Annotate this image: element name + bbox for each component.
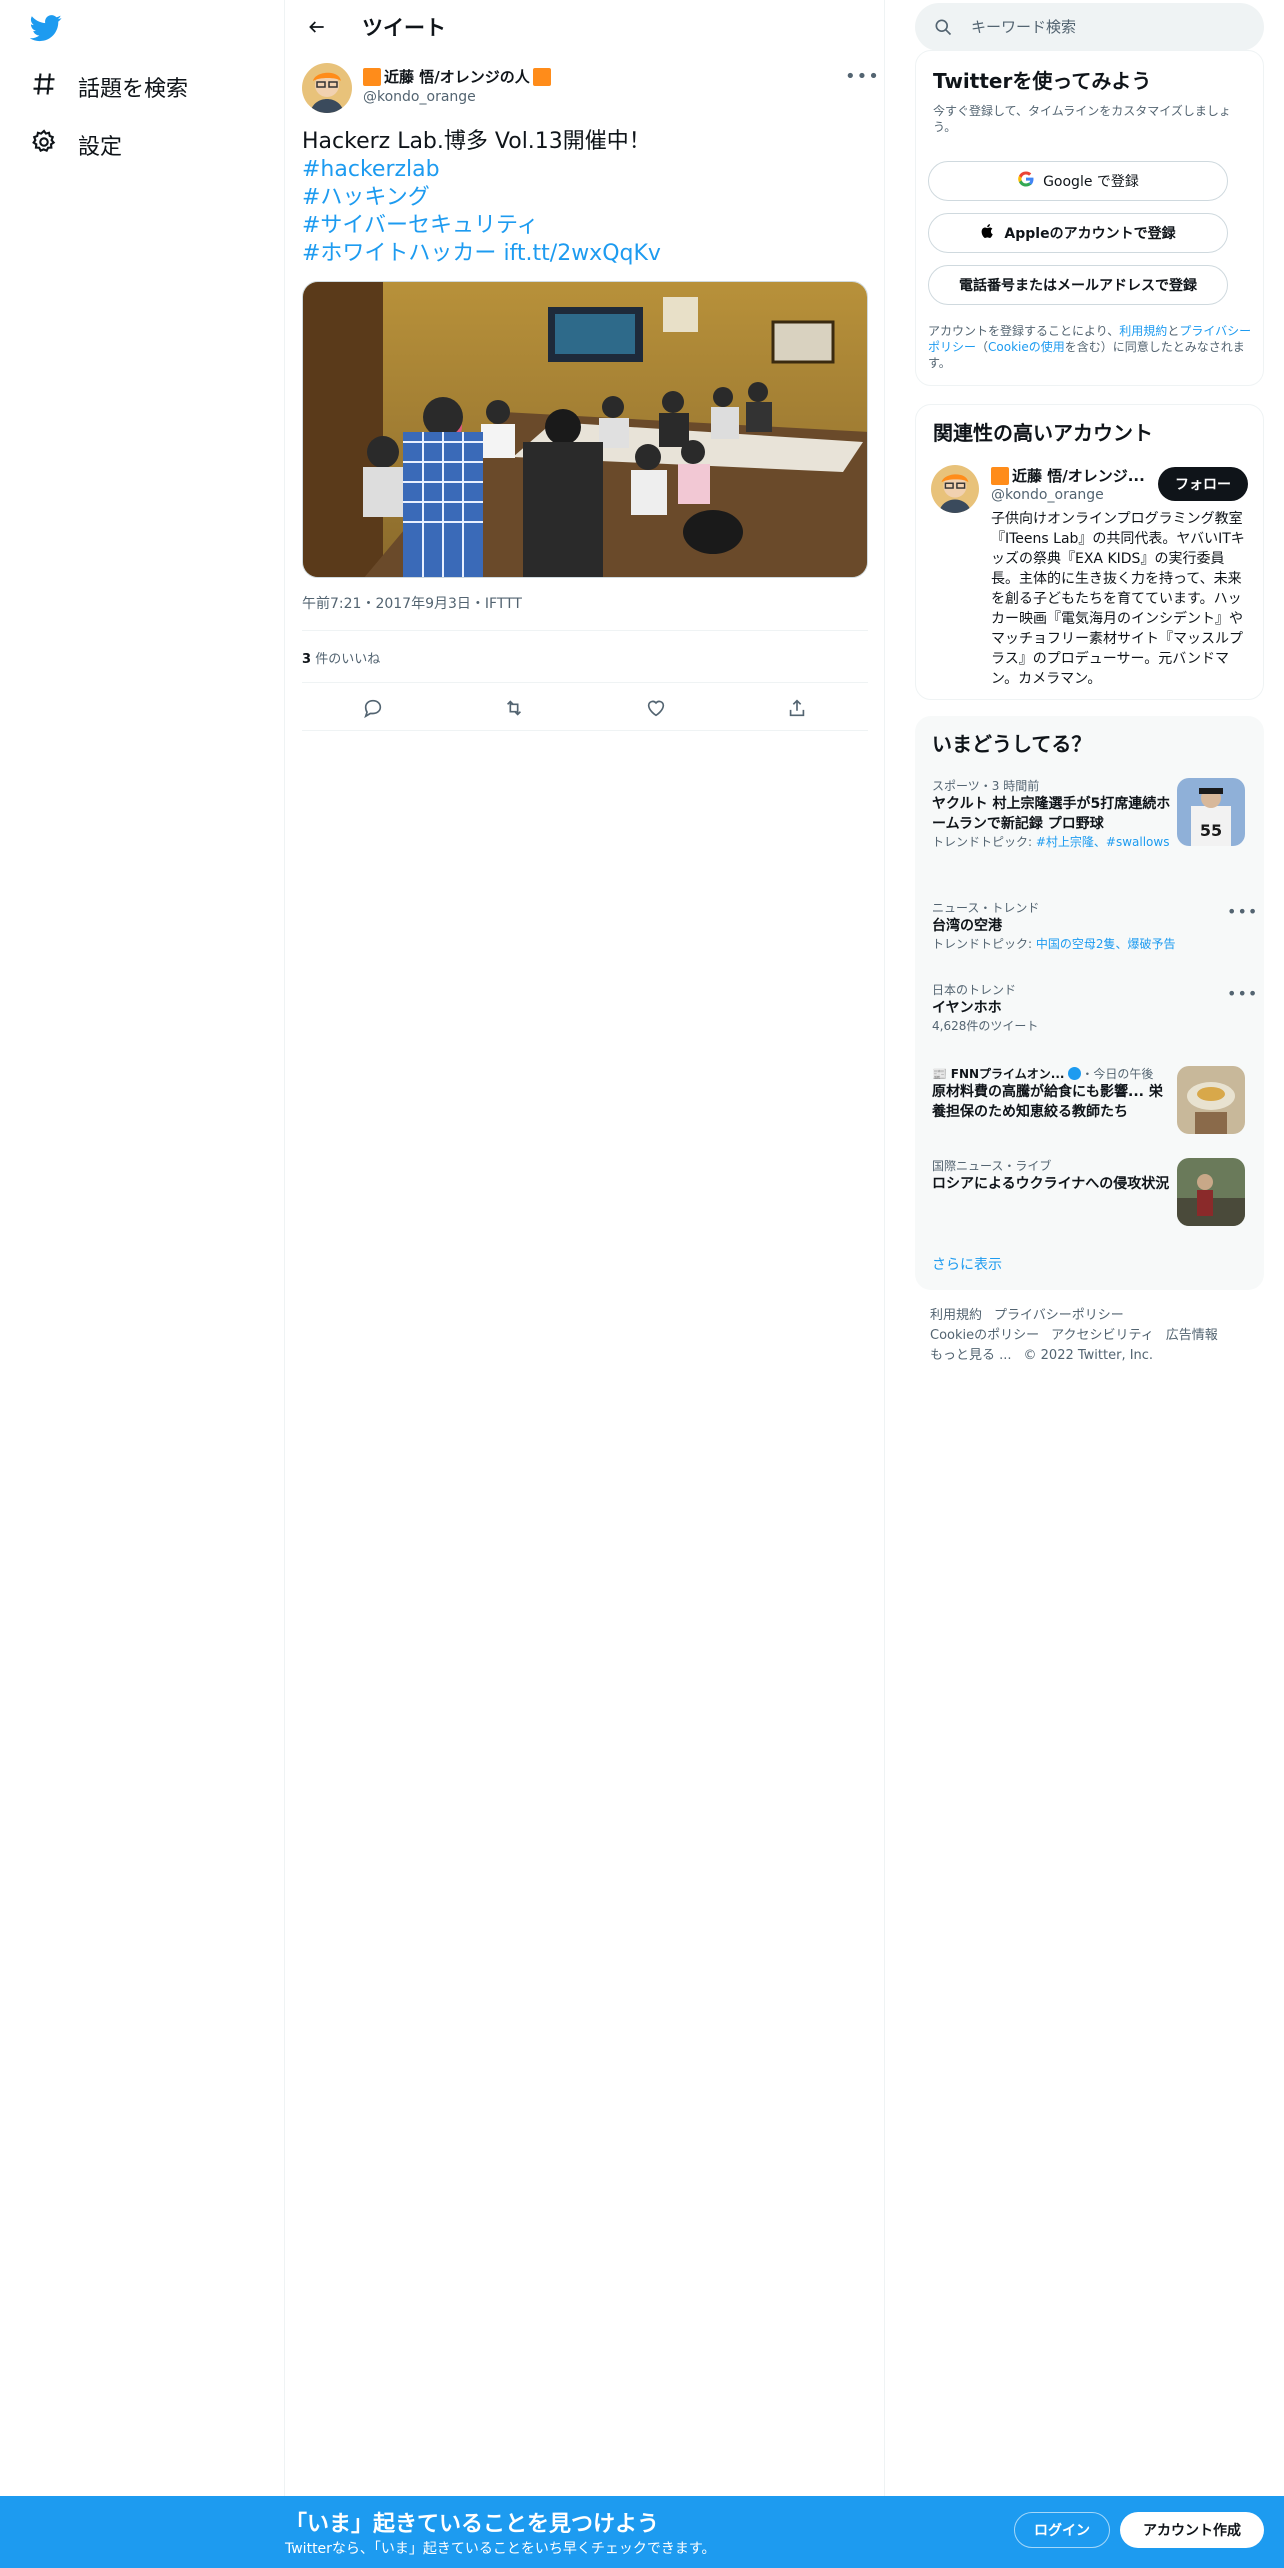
trend-topic-link[interactable]: #村上宗隆、#swallows bbox=[1036, 835, 1170, 849]
footer-link[interactable]: もっと見る ... bbox=[930, 1348, 1012, 1363]
orange-square-emoji bbox=[532, 67, 551, 86]
tweet-photo[interactable] bbox=[302, 281, 868, 578]
retweet-icon[interactable] bbox=[503, 697, 525, 719]
footer-link[interactable]: 広告情報 bbox=[1166, 1328, 1218, 1343]
nav-item-settings[interactable]: 設定 bbox=[30, 120, 122, 170]
gear-icon bbox=[30, 128, 58, 162]
like-icon[interactable] bbox=[645, 697, 667, 719]
divider bbox=[302, 730, 868, 731]
tweet-timestamp[interactable]: 午前7:21・2017年9月3日・IFTTT bbox=[302, 593, 522, 613]
reply-icon[interactable] bbox=[362, 697, 384, 719]
trend-item[interactable]: スポーツ・3 時間前 ヤクルト 村上宗隆選手が5打席連続ホームランで新記録 プロ… bbox=[932, 778, 1172, 850]
login-button[interactable]: ログイン bbox=[1014, 2512, 1110, 2548]
share-icon[interactable] bbox=[786, 697, 808, 719]
left-nav: 話題を検索 設定 bbox=[0, 0, 285, 2500]
related-account-handle[interactable]: @kondo_orange bbox=[991, 487, 1104, 503]
search-icon bbox=[933, 17, 953, 37]
author-handle[interactable]: @kondo_orange bbox=[363, 89, 476, 105]
show-more-link[interactable]: さらに表示 bbox=[932, 1254, 1002, 1274]
main-column: ツイート 近藤 悟/オレンジの人 @kondo_orange ••• Hacke… bbox=[285, 0, 885, 2500]
trend-item[interactable]: ニュース・トレンド 台湾の空港 トレンドトピック: 中国の空母2隻、爆破予告 bbox=[932, 900, 1252, 952]
signup-card: Twitterを使ってみよう 今すぐ登録して、タイムラインをカスタマイズしましょ… bbox=[915, 50, 1264, 386]
related-accounts-card: 関連性の高いアカウント 近藤 悟/オレンジ... @kondo_orange フ… bbox=[915, 404, 1264, 700]
back-arrow-icon[interactable] bbox=[300, 10, 334, 44]
signup-legal-text: アカウントを登録することにより、利用規約とプライバシーポリシー（Cookieの使… bbox=[928, 324, 1252, 370]
twitter-logo-icon[interactable] bbox=[29, 12, 66, 44]
verified-icon bbox=[1068, 1067, 1082, 1080]
apple-icon bbox=[980, 223, 996, 243]
signup-title: Twitterを使ってみよう bbox=[933, 69, 1152, 93]
related-account-name[interactable]: 近藤 悟/オレンジ... bbox=[991, 465, 1145, 486]
trend-topic-link[interactable]: 中国の空母2隻、爆破予告 bbox=[1036, 937, 1176, 951]
likes-count[interactable]: 3 件のいいね bbox=[302, 648, 380, 667]
trends-title: いまどうしてる？ bbox=[932, 732, 1092, 756]
nav-item-label: 話題を検索 bbox=[78, 77, 189, 102]
page-header: ツイート bbox=[285, 0, 885, 54]
footer-link[interactable]: プライバシーポリシー bbox=[994, 1308, 1124, 1323]
svg-text:55: 55 bbox=[1200, 821, 1222, 840]
follow-button[interactable]: フォロー bbox=[1158, 467, 1248, 501]
orange-square-emoji bbox=[363, 67, 381, 86]
google-icon bbox=[1017, 170, 1035, 192]
nav-item-explore[interactable]: 話題を検索 bbox=[30, 62, 188, 112]
more-icon[interactable]: ••• bbox=[845, 66, 880, 87]
trend-item[interactable]: 日本のトレンド イヤンホホ 4,628件のツイート bbox=[932, 982, 1252, 1034]
phone-email-signup-button[interactable]: 電話番号またはメールアドレスで登録 bbox=[928, 265, 1228, 305]
tweet-text-line: Hackerz Lab.博多 Vol.13開催中！ bbox=[302, 129, 651, 154]
hashtag-link[interactable]: #サイバーセキュリティ bbox=[302, 213, 539, 238]
search-input[interactable] bbox=[971, 18, 1231, 36]
footer-link[interactable]: アクセシビリティ bbox=[1051, 1328, 1154, 1343]
footer-link[interactable]: Cookieのポリシー bbox=[930, 1328, 1039, 1343]
tweet-url-link[interactable]: ift.tt/2wxQqKv bbox=[503, 241, 661, 266]
hashtag-icon bbox=[30, 70, 58, 104]
create-account-button[interactable]: アカウント作成 bbox=[1120, 2512, 1264, 2548]
tweet-text: Hackerz Lab.博多 Vol.13開催中！ #hackerzlab #ハ… bbox=[302, 128, 872, 268]
related-title: 関連性の高いアカウント bbox=[933, 421, 1153, 445]
trends-panel: いまどうしてる？ スポーツ・3 時間前 ヤクルト 村上宗隆選手が5打席連続ホーム… bbox=[915, 716, 1264, 1290]
tweet-actions bbox=[302, 690, 868, 725]
related-account-bio: 子供向けオンラインプログラミング教室『ITeens Lab』の共同代表。ヤバいI… bbox=[991, 511, 1245, 687]
trend-item[interactable]: 国際ニュース・ライブ ロシアによるウクライナへの侵攻状況 bbox=[932, 1158, 1172, 1194]
trend-thumbnail: 55 bbox=[1177, 778, 1245, 846]
bottom-bar-title: 「いま」起きていることを見つけよう bbox=[285, 2512, 660, 2537]
orange-square-emoji bbox=[991, 466, 1009, 485]
avatar[interactable] bbox=[931, 465, 979, 513]
trend-thumbnail bbox=[1177, 1066, 1245, 1134]
more-icon[interactable]: ••• bbox=[1227, 984, 1258, 1003]
footer-links: 利用規約 プライバシーポリシー Cookieのポリシー アクセシビリティ 広告情報 も… bbox=[930, 1306, 1250, 1366]
google-signup-button[interactable]: Google で登録 bbox=[928, 161, 1228, 201]
bottom-signup-bar: 「いま」起きていることを見つけよう Twitterなら、「いま」起きていることを… bbox=[0, 2496, 1284, 2568]
news-icon: 📰 bbox=[932, 1067, 951, 1081]
hashtag-link[interactable]: #ハッキング bbox=[302, 185, 430, 210]
cookie-link[interactable]: Cookieの使用 bbox=[988, 340, 1065, 354]
signup-subtitle: 今すぐ登録して、タイムラインをカスタマイズしましょう。 bbox=[933, 104, 1231, 134]
more-icon[interactable]: ••• bbox=[1227, 902, 1258, 921]
apple-signup-button[interactable]: Appleのアカウントで登録 bbox=[928, 213, 1228, 253]
footer-link[interactable]: 利用規約 bbox=[930, 1308, 982, 1323]
page-title: ツイート bbox=[362, 16, 446, 40]
trend-thumbnail bbox=[1177, 1158, 1245, 1226]
copyright: © 2022 Twitter, Inc. bbox=[1023, 1348, 1154, 1363]
hashtag-link[interactable]: #hackerzlab bbox=[302, 157, 440, 182]
avatar[interactable] bbox=[302, 63, 352, 113]
hashtag-link[interactable]: #ホワイトハッカー bbox=[302, 241, 496, 266]
nav-item-label: 設定 bbox=[78, 135, 123, 160]
search-bar[interactable] bbox=[915, 3, 1264, 51]
author-name[interactable]: 近藤 悟/オレンジの人 bbox=[363, 66, 551, 87]
divider bbox=[302, 682, 868, 683]
trend-item[interactable]: 📰 FNNプライムオン... ・今日の午後 原材料費の高騰が給食にも影響... … bbox=[932, 1066, 1172, 1122]
divider bbox=[302, 630, 868, 631]
terms-link[interactable]: 利用規約 bbox=[1119, 324, 1167, 338]
bottom-bar-subtitle: Twitterなら、「いま」起きていることをいち早くチェックできます。 bbox=[285, 2541, 716, 2557]
